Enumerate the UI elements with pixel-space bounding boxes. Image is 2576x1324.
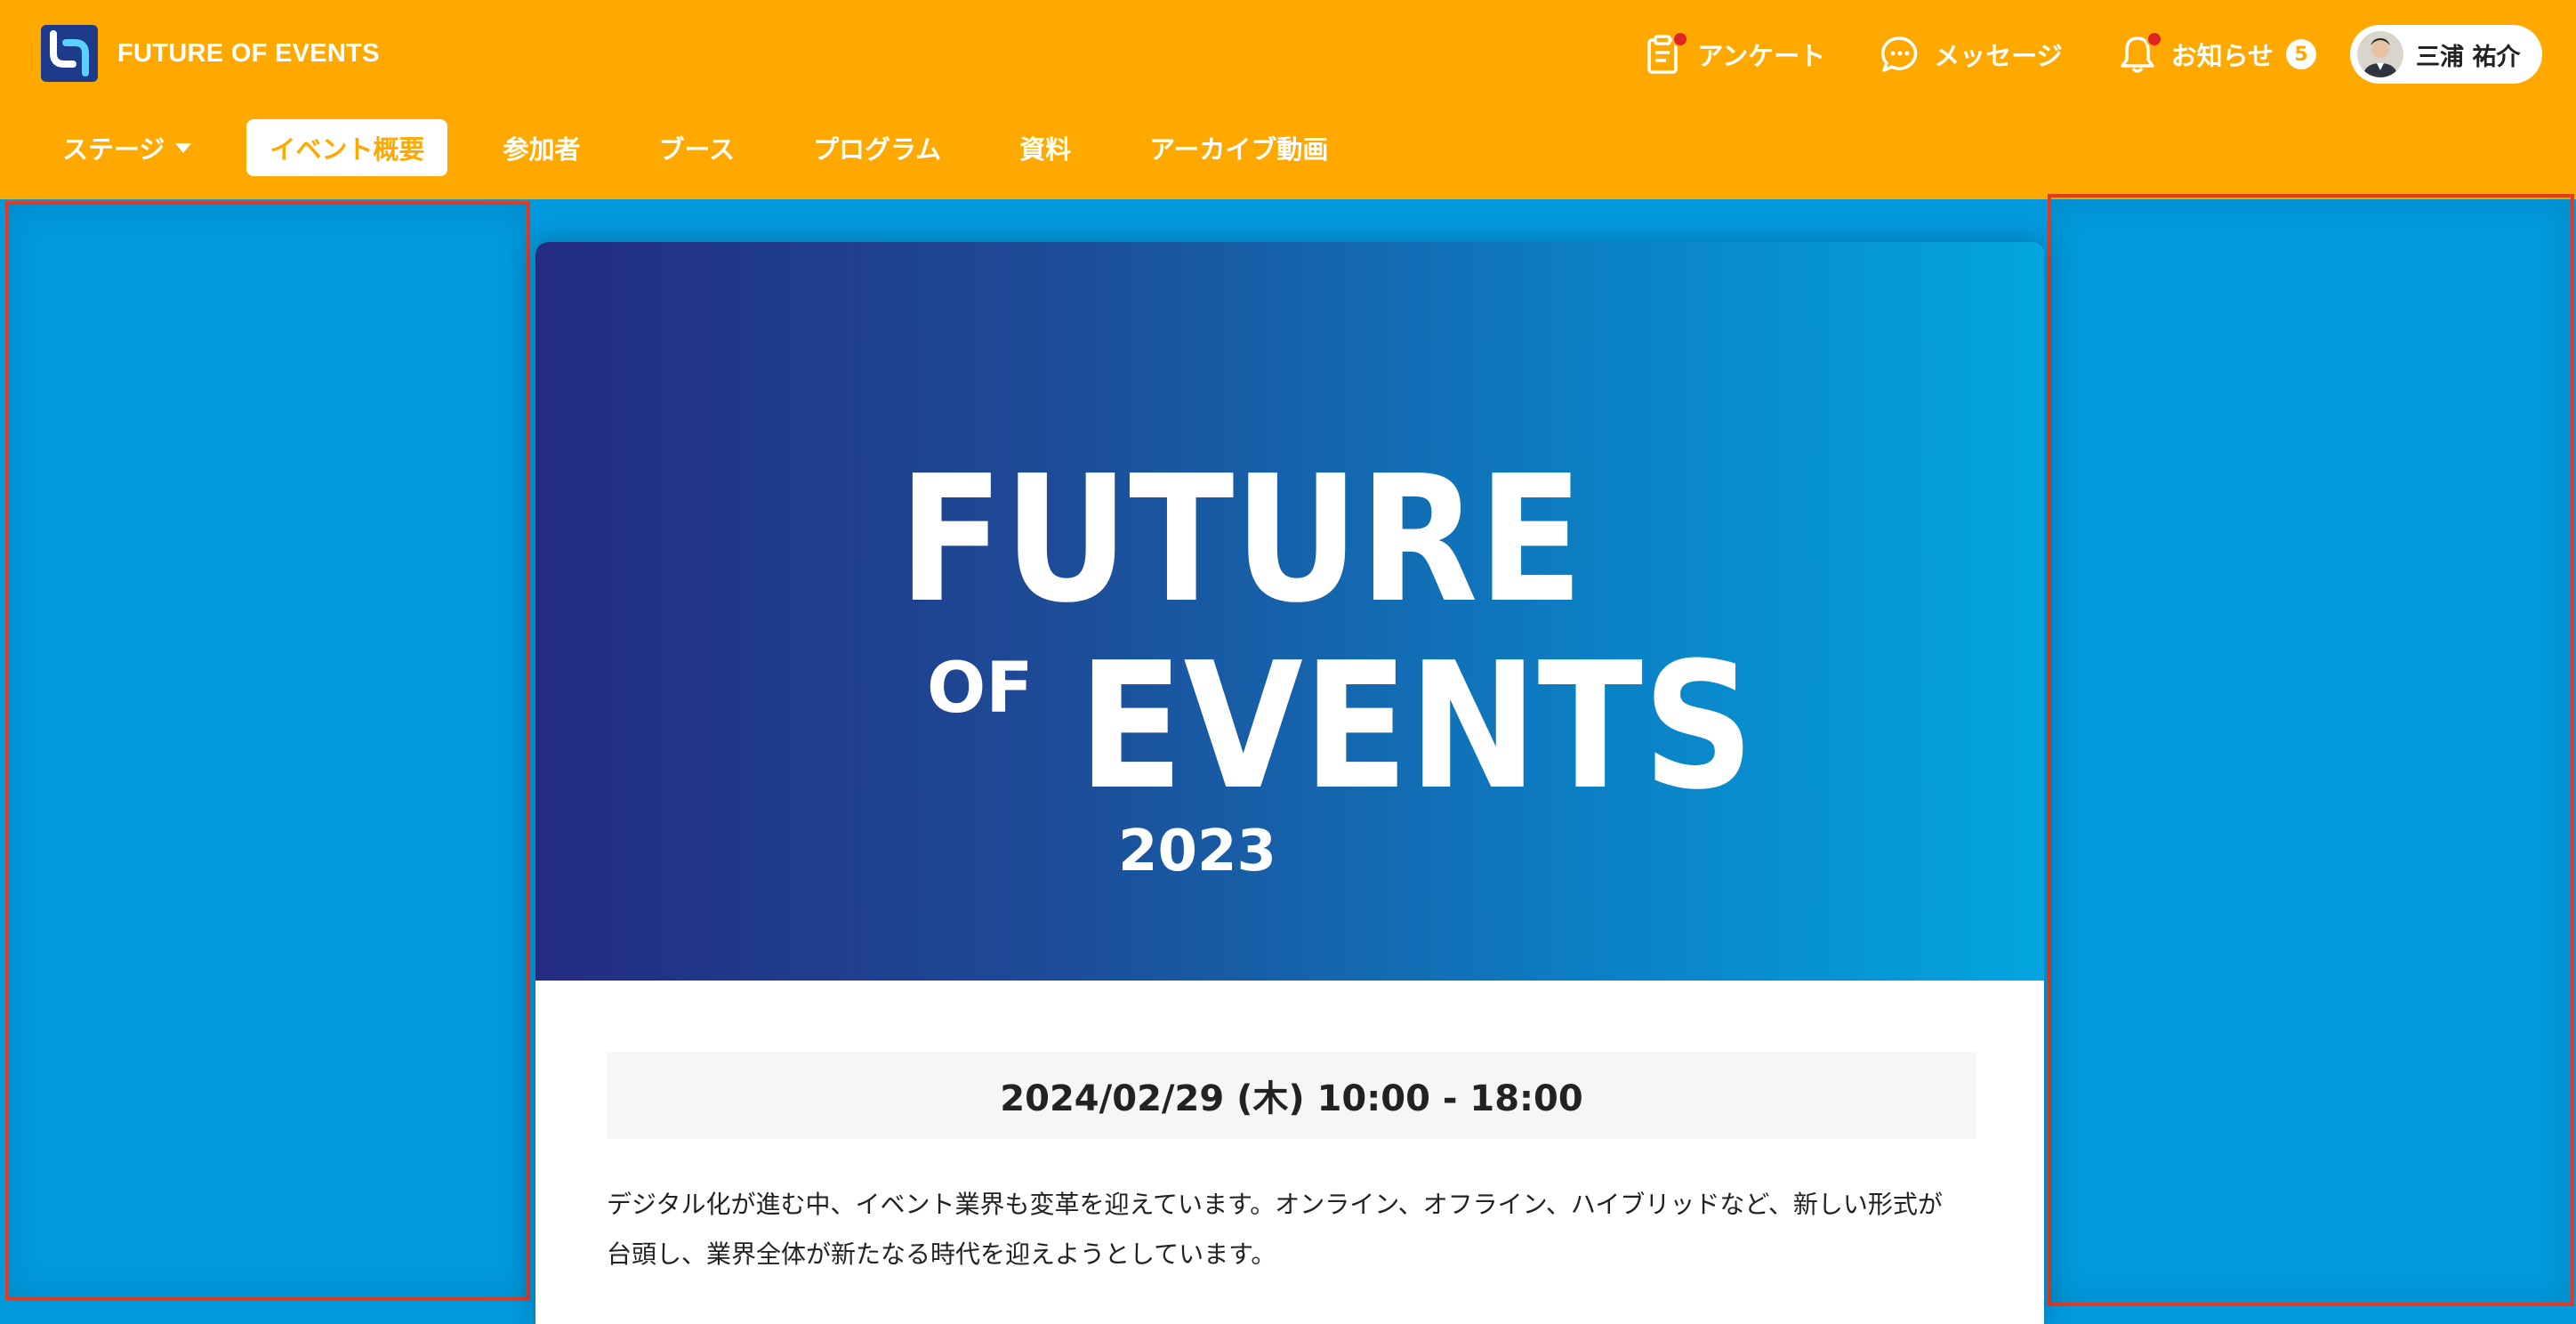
event-description-line: デジタル化が進む中、イベント業界も変革を迎えています。オンライン、オフライン、ハ… [607, 1190, 1943, 1219]
nav-item-label: ブース [658, 134, 736, 165]
nav-item-archive-videos[interactable]: アーカイブ動画 [1126, 119, 1351, 176]
right-side-panel [2048, 194, 2574, 1306]
top-header: FUTURE OF EVENTS アンケート メッセージ お知らせ 5 三浦 祐… [0, 0, 2576, 199]
banner-year: 2023 [1118, 819, 1276, 884]
nav-item-stage[interactable]: ステージ [39, 119, 214, 176]
event-datetime: 2024/02/29 (木) 10:00 - 18:00 [607, 1052, 1976, 1139]
banner-word-future: FUTURE [898, 439, 1583, 642]
nav-item-label: 資料 [1019, 134, 1072, 165]
event-overview-card: FUTURE OF EVENTS 2023 2024/02/29 (木) 10:… [535, 242, 2044, 1324]
event-banner: FUTURE OF EVENTS 2023 [535, 242, 2044, 981]
nav-item-label: イベント概要 [270, 134, 425, 165]
event-banner-logo: FUTURE OF EVENTS 2023 [898, 439, 1754, 884]
user-name: 三浦 祐介 [2416, 43, 2521, 71]
nav-item-program[interactable]: プログラム [790, 119, 964, 176]
nav-item-materials[interactable]: 資料 [996, 119, 1094, 176]
clipboard-icon [1644, 31, 1689, 76]
event-description-line: 台頭し、業界全体が新たなる時代を迎えようとしています。 [607, 1239, 1276, 1269]
survey-label: アンケート [1697, 41, 1826, 71]
survey-button[interactable]: アンケート [1644, 31, 1826, 76]
messages-label: メッセージ [1934, 41, 2063, 71]
banner-word-of: OF [927, 649, 1034, 729]
messages-button[interactable]: メッセージ [1880, 33, 2063, 76]
notifications-button[interactable]: お知らせ 5 [2118, 31, 2316, 76]
left-side-panel [5, 201, 530, 1301]
brand[interactable]: FUTURE OF EVENTS [41, 25, 380, 82]
nav-item-booths[interactable]: ブース [635, 119, 758, 176]
user-menu-button[interactable]: 三浦 祐介 [2350, 25, 2542, 84]
nav-item-label: 参加者 [503, 134, 581, 165]
event-description: デジタル化が進む中、イベント業界も変革を迎えています。オンライン、オフライン、ハ… [607, 1180, 1985, 1280]
notifications-label: お知らせ [2170, 41, 2274, 71]
avatar [2357, 31, 2403, 77]
bell-icon [2118, 31, 2162, 76]
survey-alert-dot [1672, 31, 1689, 47]
notifications-count-badge: 5 [2286, 39, 2316, 69]
top-actions: アンケート メッセージ お知らせ 5 三浦 祐介 [1589, 23, 2542, 85]
notifications-alert-dot [2145, 31, 2162, 47]
main-nav: ステージ イベント概要 参加者 ブース プログラム 資料 アーカイブ動画 [39, 119, 1383, 176]
stage-area: FUTURE OF EVENTS 2023 2024/02/29 (木) 10:… [0, 194, 2576, 1324]
nav-item-label: アーカイブ動画 [1149, 134, 1329, 165]
nav-item-event-overview[interactable]: イベント概要 [246, 119, 448, 176]
chat-bubble-icon [1880, 33, 1920, 76]
nav-item-participants[interactable]: 参加者 [479, 119, 603, 176]
brand-logo-icon [41, 25, 98, 82]
caret-down-icon [175, 142, 192, 153]
app-root: FUTURE OF EVENTS アンケート メッセージ お知らせ 5 三浦 祐… [0, 0, 2576, 1324]
nav-item-label: ステージ [62, 134, 165, 165]
brand-name: FUTURE OF EVENTS [117, 38, 380, 68]
banner-word-events: EVENTS [1078, 626, 1754, 828]
nav-item-label: プログラム [813, 134, 942, 165]
